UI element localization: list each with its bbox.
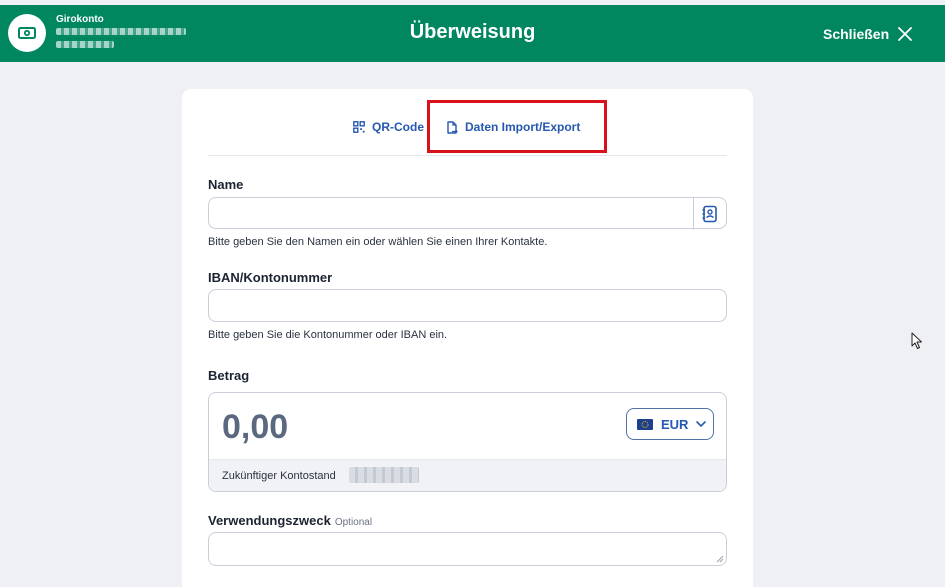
tab-qr-code[interactable]: QR-Code xyxy=(353,120,424,134)
eu-flag-icon xyxy=(637,418,653,430)
close-button[interactable]: Schließen xyxy=(823,24,913,44)
transfer-form-card: QR-Code Daten Import/Export Name Bitte g… xyxy=(182,89,753,587)
name-helper-text: Bitte geben Sie den Namen ein oder wähle… xyxy=(208,236,548,248)
amount-field: 0,00 EUR Zukünftiger Kontostand xyxy=(208,392,727,492)
purpose-label: Verwendungszweck Optional xyxy=(208,513,372,528)
future-balance-label: Zukünftiger Kontostand xyxy=(222,470,336,482)
mouse-cursor-icon xyxy=(911,332,922,349)
tab-qr-code-label: QR-Code xyxy=(372,120,424,134)
app-header: Girokonto Überweisung Schließen xyxy=(0,5,945,62)
optional-tag: Optional xyxy=(334,517,373,528)
currency-select[interactable]: EUR xyxy=(626,408,714,440)
name-label: Name xyxy=(208,177,244,192)
currency-code: EUR xyxy=(661,416,689,432)
future-balance-row: Zukünftiger Kontostand xyxy=(209,459,726,491)
page-title: Überweisung xyxy=(409,21,536,43)
purpose-label-text: Verwendungszweck xyxy=(208,513,331,528)
iban-helper-text: Bitte geben Sie die Kontonummer oder IBA… xyxy=(208,329,448,341)
purpose-textarea[interactable] xyxy=(208,532,727,566)
iban-input[interactable] xyxy=(208,289,727,322)
chevron-down-icon xyxy=(696,420,707,427)
iban-label: IBAN/Kontonummer xyxy=(208,270,333,285)
amount-input[interactable]: 0,00 xyxy=(222,408,288,447)
close-icon xyxy=(898,27,913,41)
qr-code-icon xyxy=(353,121,365,133)
future-balance-value-masked xyxy=(349,467,419,483)
contacts-button[interactable] xyxy=(693,198,726,230)
amount-label: Betrag xyxy=(208,368,250,383)
close-label: Schließen xyxy=(823,26,890,42)
address-book-icon xyxy=(702,205,717,223)
highlight-annotation xyxy=(427,100,607,153)
resize-handle-icon[interactable] xyxy=(716,555,724,563)
name-input[interactable] xyxy=(208,197,727,230)
